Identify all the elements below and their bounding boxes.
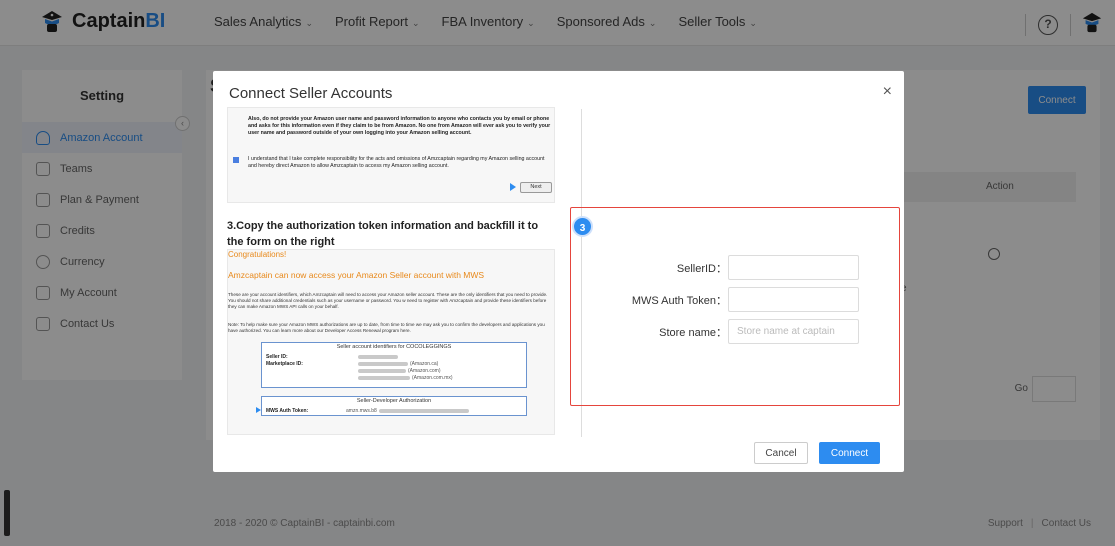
congratulations-text: Congratulations!: [228, 250, 287, 259]
seller-id-label: SellerID：: [676, 263, 727, 275]
marketplace-id-label: Marketplace ID:: [266, 361, 303, 367]
seller-id-input[interactable]: [728, 255, 859, 280]
step-number-badge: 3: [572, 216, 593, 237]
mws-auth-token-input[interactable]: [728, 287, 859, 312]
mws-token-label: MWS Auth Token:: [266, 408, 309, 414]
mws-token-label: MWS Auth Token：: [631, 295, 727, 307]
mws-token-row: MWS Auth Token：: [597, 287, 859, 312]
seller-id-value: [358, 354, 400, 360]
instructions-pane[interactable]: Also, do not provide your Amazon user na…: [227, 107, 557, 437]
store-name-input[interactable]: [728, 319, 859, 344]
agreement-text: I understand that I take complete respon…: [248, 156, 545, 169]
developer-authorization-box: Seller-Developer Authorization MWS Auth …: [261, 396, 527, 416]
identifiers-box-header: Seller account identifiers for COCOLEGGI…: [336, 344, 452, 350]
seller-id-label: Seller ID:: [266, 354, 288, 360]
seller-identifiers-box: Seller account identifiers for COCOLEGGI…: [261, 342, 527, 388]
store-name-row: Store name：: [597, 319, 859, 344]
close-icon[interactable]: ×: [883, 83, 892, 101]
connect-button[interactable]: Connect: [819, 442, 880, 464]
mws-credentials-screenshot: Congratulations! Amzcaptain can now acce…: [227, 249, 555, 435]
agree-checkbox-image: [233, 157, 239, 163]
next-button-image: Next: [520, 182, 552, 193]
authorization-box-header: Seller-Developer Authorization: [356, 398, 432, 404]
marketplace-ca: (Amazon.ca): [358, 361, 438, 367]
arrow-right-icon: [510, 183, 516, 191]
renewal-note-paragraph: Note: To help make sure your Amazon MWS …: [228, 322, 545, 334]
step3-heading: 3.Copy the authorization token informati…: [227, 220, 539, 248]
amazon-authorization-screenshot: Also, do not provide your Amazon user na…: [227, 107, 555, 203]
seller-id-row: SellerID：: [597, 255, 859, 280]
identifiers-paragraph: These are your account identifiers, whic…: [228, 292, 548, 310]
store-name-label: Store name：: [659, 327, 727, 339]
arrow-right-icon: [256, 407, 261, 413]
connect-seller-accounts-dialog: Connect Seller Accounts × Also, do not p…: [213, 71, 904, 472]
mws-token-value: amzn.mws.b8: [346, 408, 471, 414]
marketplace-mx: (Amazon.com.mx): [358, 375, 453, 381]
security-warning-text: Also, do not provide your Amazon user na…: [248, 116, 551, 136]
marketplace-com: (Amazon.com): [358, 368, 441, 374]
cancel-button[interactable]: Cancel: [754, 442, 808, 464]
access-granted-text: Amzcaptain can now access your Amazon Se…: [228, 270, 485, 280]
dialog-title: Connect Seller Accounts: [229, 85, 393, 102]
